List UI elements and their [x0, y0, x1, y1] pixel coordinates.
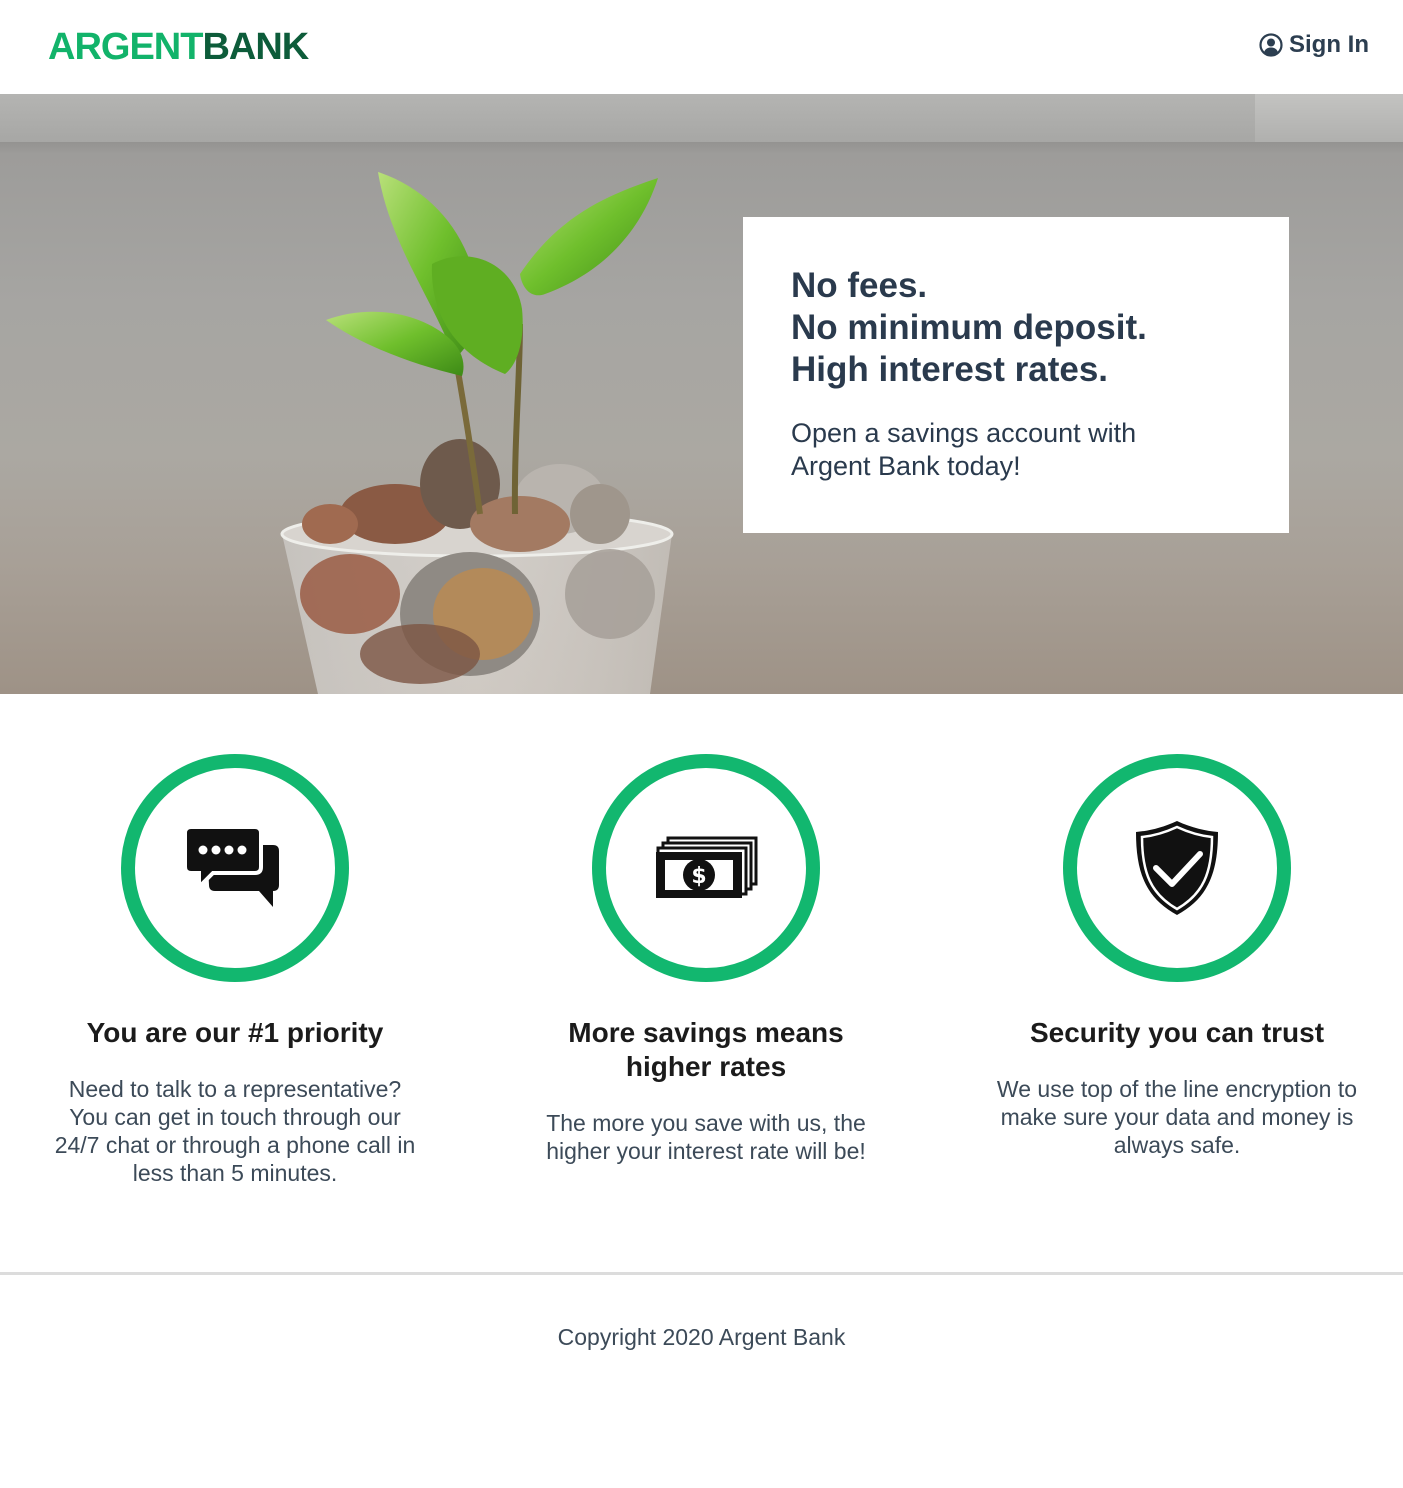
hero-headline-1: No fees. — [791, 266, 928, 305]
hero-headline-3: High interest rates. — [791, 350, 1109, 389]
feature-text: Need to talk to a representative? You ca… — [54, 1076, 416, 1186]
top-nav: ARGENTBANK Sign In — [0, 0, 1403, 94]
features-section: You are our #1 priority Need to talk to … — [0, 694, 1403, 1272]
copyright-text: Copyright 2020 Argent Bank — [557, 1324, 846, 1350]
hero-banner: No fees. No minimum deposit. High intere… — [0, 94, 1403, 694]
logo-bank: BANK — [202, 26, 309, 68]
svg-text:$: $ — [691, 864, 706, 889]
sign-in-label: Sign In — [1289, 31, 1369, 58]
feature-text: The more you save with us, the higher yo… — [546, 1110, 866, 1164]
footer-divider — [0, 1272, 1403, 1275]
hero-promo-card: No fees. No minimum deposit. High intere… — [743, 217, 1289, 533]
shield-check-icon — [1132, 818, 1222, 918]
feature-icon-ring — [1063, 754, 1291, 982]
chat-bubbles-icon — [185, 823, 285, 913]
feature-title: You are our #1 priority — [86, 1017, 384, 1048]
feature-title: More savings means higher rates — [568, 1017, 844, 1082]
user-circle-icon — [1259, 33, 1283, 57]
feature-text: We use top of the line encryption to mak… — [996, 1076, 1358, 1158]
logo[interactable]: ARGENTBANK — [48, 25, 309, 69]
money-stack-icon: $ — [654, 836, 758, 900]
logo-argent: ARGENT — [48, 26, 203, 68]
hero-subtext: Open a savings account with Argent Bank … — [791, 418, 1137, 481]
hero-headline-2: No minimum deposit. — [791, 308, 1147, 347]
feature-title: Security you can trust — [1029, 1017, 1325, 1048]
feature-icon-ring: $ — [592, 754, 820, 982]
sign-in-link[interactable]: Sign In — [1259, 30, 1369, 60]
feature-icon-ring — [121, 754, 349, 982]
